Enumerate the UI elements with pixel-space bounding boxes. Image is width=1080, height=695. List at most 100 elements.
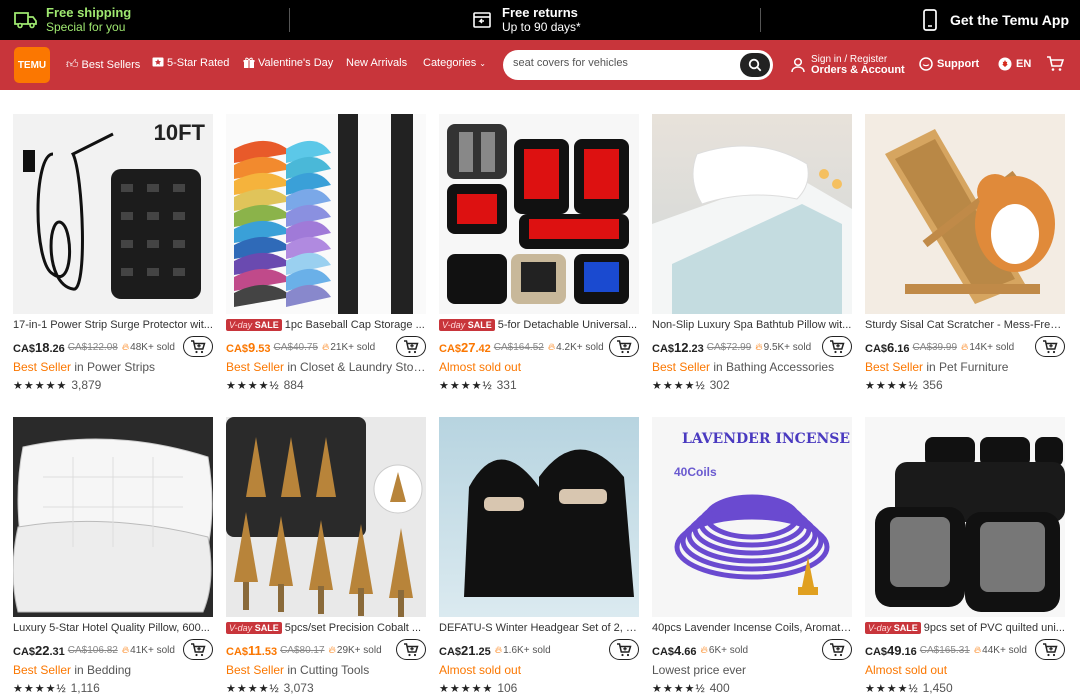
product-price: CA$22.31 bbox=[13, 643, 65, 658]
cart-plus-icon bbox=[617, 339, 632, 353]
product-title-row[interactable]: 17-in-1 Power Strip Surge Protector wit.… bbox=[13, 319, 213, 331]
product-title-row[interactable]: Sturdy Sisal Cat Scratcher - Mess-Free, … bbox=[865, 319, 1065, 331]
language-label: EN bbox=[1016, 58, 1032, 70]
flame-icon: 🔥︎ bbox=[121, 341, 130, 353]
free-shipping-banner[interactable]: Free shipping Special for you bbox=[14, 0, 131, 40]
cart-plus-icon bbox=[830, 642, 845, 656]
tag-text: in Bedding bbox=[71, 663, 132, 677]
price-row: CA$12.23 CA$72.99 🔥︎ 9.5K+ sold bbox=[652, 336, 852, 358]
sold-text: 9.5K+ sold bbox=[763, 341, 812, 353]
product-tag[interactable]: Best Seller in Power Strips bbox=[13, 360, 213, 374]
sold-text: 14K+ sold bbox=[969, 341, 1015, 353]
product-image[interactable] bbox=[439, 114, 639, 314]
orders-label: Orders & Account bbox=[811, 64, 905, 76]
product-image[interactable]: LAVENDER INCENSE 40Coils bbox=[652, 417, 852, 617]
account-menu[interactable]: Sign in / Register Orders & Account bbox=[791, 54, 905, 76]
price-currency: CA$ bbox=[226, 342, 249, 355]
price-main: 18 bbox=[35, 339, 50, 355]
app-label: Get the Temu App bbox=[950, 12, 1069, 28]
nav-categories[interactable]: Categories ⌄ bbox=[423, 57, 486, 69]
add-to-cart-button[interactable] bbox=[1035, 336, 1065, 357]
product-image[interactable] bbox=[865, 114, 1065, 314]
product-price: CA$11.53 bbox=[226, 643, 277, 658]
valentines-label: Valentine's Day bbox=[258, 57, 334, 69]
product-card[interactable]: LAVENDER INCENSE 40Coils 40pcs Lavender In… bbox=[652, 417, 852, 695]
product-card[interactable]: Non-Slip Luxury Spa Bathtub Pillow wit..… bbox=[652, 114, 852, 392]
add-to-cart-button[interactable] bbox=[183, 639, 213, 660]
product-image[interactable] bbox=[652, 114, 852, 314]
product-title-row[interactable]: DEFATU-S Winter Headgear Set of 2, M... bbox=[439, 622, 639, 634]
add-to-cart-button[interactable] bbox=[1035, 639, 1065, 660]
product-tag[interactable]: Lowest price ever bbox=[652, 663, 852, 677]
product-title-row[interactable]: Luxury 5-Star Hotel Quality Pillow, 600.… bbox=[13, 622, 213, 634]
returns-sub: Up to 90 days* bbox=[502, 20, 581, 34]
product-image[interactable]: 10FT bbox=[13, 114, 213, 314]
product-card[interactable]: V-day SALE 5pcs/set Precision Cobalt ... C… bbox=[226, 417, 426, 695]
product-card[interactable]: V-day SALE 1pc Baseball Cap Storage ... CA… bbox=[226, 114, 426, 392]
product-tag[interactable]: Almost sold out bbox=[439, 360, 639, 374]
price-currency: CA$ bbox=[13, 645, 36, 658]
flame-icon: 🔥︎ bbox=[755, 341, 763, 353]
product-card[interactable]: V-day SALE 9pcs set of PVC quilted uni...… bbox=[865, 417, 1065, 695]
product-card[interactable]: DEFATU-S Winter Headgear Set of 2, M... C… bbox=[439, 417, 639, 695]
cart-icon bbox=[1047, 56, 1065, 71]
product-image[interactable] bbox=[226, 417, 426, 617]
search-button[interactable] bbox=[740, 53, 770, 77]
product-title-row[interactable]: V-day SALE 1pc Baseball Cap Storage ... bbox=[226, 319, 426, 331]
support-link[interactable]: Support bbox=[919, 57, 979, 71]
price-row: CA$21.25 🔥︎ 1.6K+ sold bbox=[439, 639, 639, 661]
flame-icon: 🔥︎ bbox=[121, 644, 130, 656]
product-tag[interactable]: Best Seller in Pet Furniture bbox=[865, 360, 1065, 374]
shipping-title: Free shipping bbox=[46, 5, 132, 20]
product-title-row[interactable]: 40pcs Lavender Incense Coils, Aromatic..… bbox=[652, 622, 852, 634]
cart-button[interactable] bbox=[1046, 56, 1065, 77]
add-to-cart-button[interactable] bbox=[822, 336, 852, 357]
product-tag[interactable]: Best Seller in Bathing Accessories bbox=[652, 360, 852, 374]
product-tag[interactable]: Best Seller in Cutting Tools bbox=[226, 663, 426, 677]
product-card[interactable]: Luxury 5-Star Hotel Quality Pillow, 600.… bbox=[13, 417, 213, 695]
add-to-cart-button[interactable] bbox=[609, 336, 639, 357]
nav-new-arrivals[interactable]: New Arrivals bbox=[346, 57, 407, 69]
product-title-row[interactable]: Non-Slip Luxury Spa Bathtub Pillow wit..… bbox=[652, 319, 852, 331]
gift-icon bbox=[243, 57, 255, 68]
product-title-row[interactable]: V-day SALE 9pcs set of PVC quilted uni... bbox=[865, 622, 1065, 634]
search-input[interactable] bbox=[513, 57, 733, 69]
product-tag[interactable]: Almost sold out bbox=[439, 663, 639, 677]
product-card[interactable]: 10FT 17-in-1 Power Strip Surge Protector … bbox=[13, 114, 213, 392]
temu-logo[interactable]: TEMU bbox=[14, 47, 50, 83]
sale-badge-script: V-day bbox=[229, 623, 253, 633]
nav-best-sellers[interactable]: 👍︎ Best Sellers bbox=[66, 57, 140, 72]
product-card[interactable]: Sturdy Sisal Cat Scratcher - Mess-Free, … bbox=[865, 114, 1065, 392]
original-price: CA$165.31 bbox=[919, 644, 970, 656]
nav-five-star[interactable]: 5-Star Rated bbox=[152, 57, 229, 69]
product-tag[interactable]: Almost sold out bbox=[865, 663, 1065, 677]
free-returns-banner[interactable]: Free returns Up to 90 days* bbox=[472, 0, 581, 40]
product-title-row[interactable]: V-day SALE 5pcs/set Precision Cobalt ... bbox=[226, 622, 426, 634]
support-label: Support bbox=[937, 58, 980, 70]
product-image[interactable] bbox=[439, 417, 639, 617]
sold-count: 🔥︎ 1.6K+ sold bbox=[495, 645, 551, 656]
add-to-cart-button[interactable] bbox=[609, 639, 639, 660]
language-selector[interactable]: EN bbox=[998, 57, 1031, 71]
add-to-cart-button[interactable] bbox=[396, 336, 426, 357]
add-to-cart-button[interactable] bbox=[396, 639, 426, 660]
original-price: CA$72.99 bbox=[706, 341, 752, 353]
tag-highlight: Almost sold out bbox=[865, 663, 948, 677]
product-card[interactable]: V-day SALE 5-for Detachable Universal... C… bbox=[439, 114, 639, 392]
product-tag[interactable]: Best Seller in Closet & Laundry Stora... bbox=[226, 360, 426, 374]
product-title-row[interactable]: V-day SALE 5-for Detachable Universal... bbox=[439, 319, 639, 331]
flame-icon: 🔥︎ bbox=[328, 644, 336, 656]
get-app-banner[interactable]: Get the Temu App bbox=[922, 0, 1069, 40]
add-to-cart-button[interactable] bbox=[822, 639, 852, 660]
product-image[interactable] bbox=[865, 417, 1065, 617]
add-to-cart-button[interactable] bbox=[183, 336, 213, 357]
sale-badge-script: V-day bbox=[229, 320, 253, 330]
original-price: CA$80.17 bbox=[280, 644, 325, 656]
product-tag[interactable]: Best Seller in Bedding bbox=[13, 663, 213, 677]
nav-valentines[interactable]: Valentine's Day bbox=[243, 57, 333, 69]
product-price: CA$4.66 bbox=[652, 643, 697, 658]
product-image[interactable] bbox=[13, 417, 213, 617]
product-image[interactable] bbox=[226, 114, 426, 314]
price-row: CA$27.42 CA$164.52 🔥︎ 4.2K+ sold bbox=[439, 336, 639, 358]
product-price: CA$27.42 bbox=[439, 340, 491, 355]
